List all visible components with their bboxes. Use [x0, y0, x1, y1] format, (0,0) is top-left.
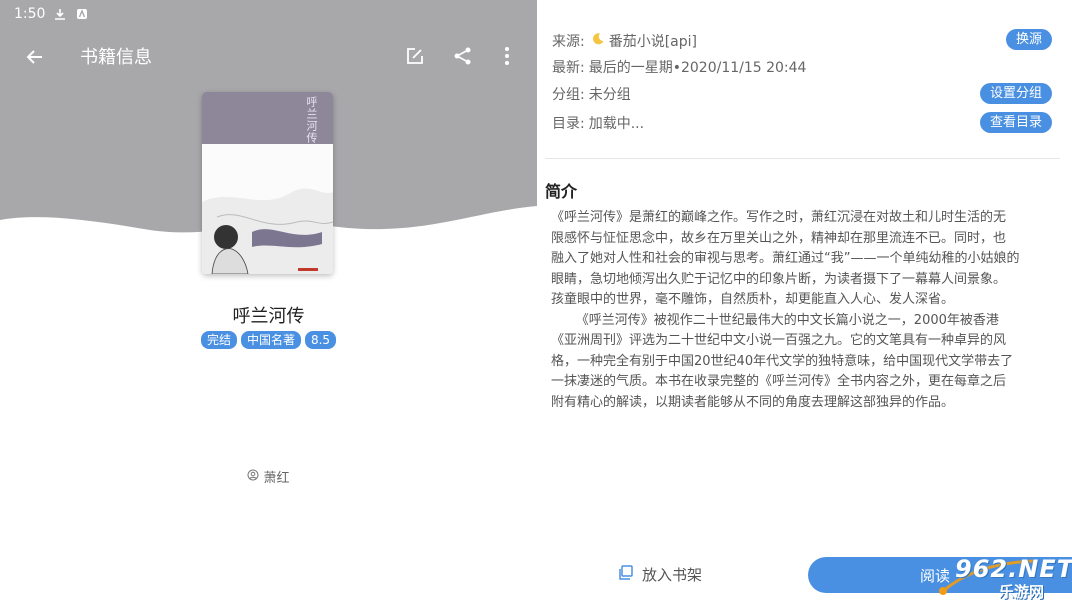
- toc-row: 目录: 加载中...: [552, 113, 644, 133]
- tag-category: 中国名著: [240, 331, 301, 349]
- intro-line: 孩童眼中的世界，毫不雕饰，自然质朴，却更能直入人心、发人深省。: [551, 292, 955, 307]
- watermark-logo: 962.NET 乐游网: [933, 553, 1072, 601]
- moon-icon: [591, 32, 605, 50]
- author-row: 萧红: [0, 467, 537, 486]
- latest-label: 最新:: [552, 60, 585, 76]
- intro-line: 《呼兰河传》是萧红的巅峰之作。写作之时，萧红沉浸在对故土和儿时生活的无: [551, 210, 1007, 225]
- book-header-panel: 1:50 书籍信息 呼兰河传 呼兰河传 完结 中国名著 8.5 萧红: [0, 0, 537, 603]
- author-name[interactable]: 萧红: [263, 467, 289, 486]
- intro-line: 《亚洲周刊》评选为二十世纪中文小说一百强之九。它的文笔具有一种卓异的风: [551, 333, 1007, 348]
- divider: [545, 158, 1060, 159]
- more-vert-icon[interactable]: [496, 45, 518, 67]
- book-tags: 完结 中国名著 8.5: [0, 331, 537, 349]
- intro-text: 《呼兰河传》是萧红的巅峰之作。写作之时，萧红沉浸在对故土和儿时生活的无 限感怀与…: [551, 208, 1059, 413]
- intro-title: 简介: [545, 182, 578, 201]
- group-value: 未分组: [588, 87, 631, 103]
- download-icon: [53, 7, 67, 21]
- cover-title-text: 呼兰河传: [305, 96, 318, 144]
- group-row: 分组: 未分组: [552, 84, 631, 104]
- app-notification-icon: [75, 7, 89, 21]
- intro-line: 《呼兰河传》被视作二十世纪最伟大的中文长篇小说之一，2000年被香港: [551, 312, 999, 328]
- add-to-shelf-label: 放入书架: [642, 566, 703, 584]
- back-arrow-icon[interactable]: [22, 44, 48, 70]
- intro-line: 格，一种完全有别于中国20世纪40年代文学的独特意味，给中国现代文学带去了: [551, 353, 1014, 369]
- book-title: 呼兰河传: [232, 306, 305, 327]
- source-label: 来源:: [552, 34, 585, 50]
- intro-line: 限感怀与怔怔思念中，故乡在万里关山之外，精神却在那里流连不已。同时，也: [551, 230, 1007, 246]
- latest-row: 最新: 最后的一星期•2020/11/15 20:44: [552, 57, 806, 77]
- change-source-button[interactable]: 换源: [1005, 29, 1052, 50]
- status-time: 1:50: [14, 6, 46, 22]
- share-icon[interactable]: [452, 45, 474, 67]
- intro-line: 一抹凄迷的气质。本书在收录完整的《呼兰河传》全书内容之外，更在每章之后: [551, 374, 1007, 389]
- toolbar: 书籍信息: [0, 36, 537, 76]
- person-icon: [247, 469, 259, 485]
- toc-value: 加载中...: [588, 116, 645, 132]
- book-info-panel: 来源: 番茄小说[api] 换源 最新: 最后的一星期•2020/11/15 2…: [537, 0, 1072, 603]
- tag-status: 完结: [200, 331, 237, 349]
- source-row: 来源: 番茄小说[api]: [552, 31, 697, 51]
- view-toc-button[interactable]: 查看目录: [979, 112, 1052, 133]
- add-to-shelf-button[interactable]: 放入书架: [618, 564, 702, 585]
- bookshelf-icon: [618, 564, 634, 585]
- group-label: 分组:: [552, 87, 585, 103]
- edit-icon[interactable]: [404, 45, 426, 67]
- page-title: 书籍信息: [80, 47, 152, 68]
- toc-label: 目录:: [552, 116, 585, 132]
- intro-line: 眼睛，急切地倾泻出久贮于记忆中的印象片断，为读者摄下了一幕幕人间景象。: [551, 271, 1007, 287]
- tag-rating: 8.5: [304, 331, 337, 349]
- intro-line: 附有精心的解读，以期读者能够从不同的角度去理解这部独异的作品。: [551, 394, 955, 410]
- source-value: 番茄小说[api]: [608, 34, 697, 50]
- latest-value: 最后的一星期•2020/11/15 20:44: [588, 60, 807, 76]
- set-group-button[interactable]: 设置分组: [979, 83, 1052, 104]
- watermark-text-1: 962.NET: [955, 555, 1072, 583]
- status-bar: 1:50: [14, 4, 89, 24]
- intro-line: 融入了她对人性和社会的审视与思考。萧红通过“我”——一个单纯幼稚的小姑娘的: [551, 251, 1020, 266]
- watermark-text-2: 乐游网: [999, 583, 1045, 601]
- book-cover[interactable]: 呼兰河传: [202, 92, 333, 274]
